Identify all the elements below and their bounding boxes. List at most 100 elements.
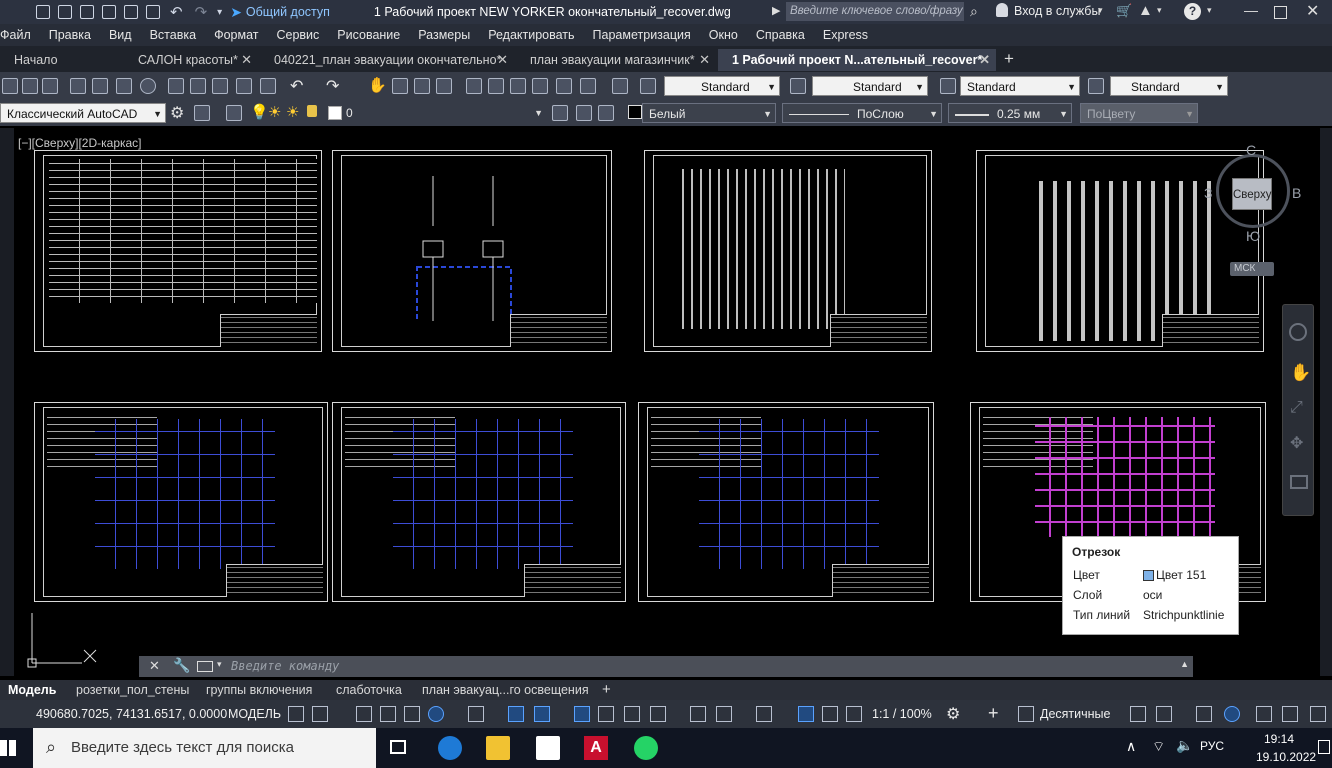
file-explorer-icon[interactable]: [486, 736, 510, 760]
make-current-layer-icon[interactable]: [552, 105, 568, 121]
task-view-icon[interactable]: [390, 740, 406, 754]
signin-dropdown-icon[interactable]: ▾: [1098, 5, 1103, 16]
share-icon[interactable]: ➤: [230, 4, 242, 21]
annotation-scale-readout[interactable]: 1:1 / 100%: [872, 700, 932, 728]
help-icon[interactable]: [612, 78, 628, 94]
fullscreen-icon[interactable]: [1282, 706, 1298, 722]
object-snap-tracking-icon[interactable]: [508, 706, 524, 722]
quickcalc-icon[interactable]: [580, 78, 596, 94]
menu-draw[interactable]: Рисование: [328, 28, 409, 42]
layer-freeze-icon[interactable]: ☀: [268, 103, 281, 121]
customization-icon[interactable]: [1310, 706, 1326, 722]
orbit-icon[interactable]: ✥: [1290, 433, 1303, 453]
share-button[interactable]: Общий доступ: [246, 5, 330, 19]
customize-icon[interactable]: 🔧: [173, 657, 190, 674]
menu-dimension[interactable]: Размеры: [409, 28, 479, 42]
web-icon[interactable]: [140, 78, 156, 94]
design-center-icon[interactable]: [488, 78, 504, 94]
annotation-visibility-icon[interactable]: [798, 706, 814, 722]
properties-icon[interactable]: [466, 78, 482, 94]
pan-icon[interactable]: ✋: [368, 76, 387, 94]
layer-properties-icon[interactable]: [226, 105, 242, 121]
units-select[interactable]: Десятичные: [1040, 700, 1111, 728]
menu-view[interactable]: Вид: [100, 28, 141, 42]
lineweight-select[interactable]: 0.25 мм ▼: [948, 103, 1072, 123]
tab-current-project[interactable]: 1 Рабочий проект N...ательный_recover* ✕: [718, 49, 996, 71]
tray-chevron-icon[interactable]: ∧: [1126, 738, 1136, 755]
cart-icon[interactable]: 🛒: [1116, 3, 1132, 19]
close-tab-icon[interactable]: ✕: [241, 49, 252, 71]
zoom-extents-icon[interactable]: ⤢: [1290, 399, 1303, 417]
multileader-style-select[interactable]: Standard ▼: [1110, 76, 1228, 96]
showmotion-icon[interactable]: [1290, 475, 1308, 489]
viewcube-north[interactable]: С: [1246, 142, 1256, 158]
mail-icon[interactable]: [536, 736, 560, 760]
save-icon[interactable]: [42, 78, 58, 94]
command-scroll-icon[interactable]: ▲: [1180, 659, 1189, 669]
model-space-button[interactable]: МОДЕЛЬ: [228, 700, 281, 728]
layer-lock-icon[interactable]: [307, 105, 317, 117]
menu-modify[interactable]: Редактировать: [479, 28, 583, 42]
transparency-icon[interactable]: [598, 706, 614, 722]
copy-icon[interactable]: [190, 78, 206, 94]
edge-icon[interactable]: [438, 736, 462, 760]
ortho-icon[interactable]: [404, 706, 420, 722]
zoom-realtime-icon[interactable]: [392, 78, 408, 94]
help-icon[interactable]: ?: [1184, 3, 1201, 20]
color-select[interactable]: Белый ▼: [642, 103, 776, 123]
volume-icon[interactable]: 🔈: [1176, 737, 1193, 754]
whatsapp-icon[interactable]: [634, 736, 658, 760]
layer-select[interactable]: 0 ▼: [340, 103, 546, 123]
dynamic-input-icon[interactable]: [380, 706, 396, 722]
menu-file[interactable]: Файл: [0, 28, 40, 42]
multileader-style-icon[interactable]: [1088, 78, 1104, 94]
ucs-menu[interactable]: МСК: [1230, 262, 1274, 276]
selection-filter-icon[interactable]: [716, 706, 732, 722]
undo-icon[interactable]: ↶: [170, 3, 183, 21]
new-tab-icon[interactable]: +: [1004, 49, 1014, 69]
tab-salon[interactable]: САЛОН красоты* ✕: [124, 49, 258, 71]
layer-vp-freeze-icon[interactable]: ☀: [286, 103, 299, 121]
hardware-acceleration-icon[interactable]: [1224, 706, 1240, 722]
object-snap-icon[interactable]: [534, 706, 550, 722]
save-icon[interactable]: [80, 5, 94, 19]
a360-icon[interactable]: ▲: [1138, 2, 1153, 19]
close-tab-icon[interactable]: ✕: [699, 49, 710, 71]
gear-icon[interactable]: ⚙: [170, 103, 184, 123]
publish-icon[interactable]: [116, 78, 132, 94]
quick-properties-icon[interactable]: [1130, 706, 1146, 722]
paste-icon[interactable]: [212, 78, 228, 94]
open-file-icon[interactable]: [58, 5, 72, 19]
redo-icon[interactable]: ↷: [195, 3, 208, 21]
isodraft-icon[interactable]: [468, 706, 484, 722]
tab-model[interactable]: Модель: [8, 680, 56, 700]
maximize-icon[interactable]: [1274, 6, 1287, 19]
isolate-objects-icon[interactable]: [1196, 706, 1212, 722]
snap-icon[interactable]: [312, 706, 328, 722]
cut-icon[interactable]: [168, 78, 184, 94]
markup-icon[interactable]: [556, 78, 572, 94]
undo-icon[interactable]: ↶: [290, 76, 303, 96]
annotation-scale-icon[interactable]: [846, 706, 862, 722]
print-icon[interactable]: [146, 5, 160, 19]
autocad-icon[interactable]: A: [584, 736, 608, 760]
dynamic-ucs-icon[interactable]: [690, 706, 706, 722]
lineweight-icon[interactable]: [574, 706, 590, 722]
upload-icon[interactable]: [124, 5, 138, 19]
minimize-icon[interactable]: —: [1244, 2, 1258, 18]
3d-osnap-icon[interactable]: [650, 706, 666, 722]
search-icon[interactable]: ⌕: [970, 3, 978, 20]
layer-states-icon[interactable]: [598, 105, 614, 121]
plot-icon[interactable]: [70, 78, 86, 94]
units-icon[interactable]: [1018, 706, 1034, 722]
clock-time[interactable]: 19:14: [1264, 732, 1294, 746]
close-tab-icon[interactable]: ✕: [497, 49, 508, 71]
text-style-icon[interactable]: [640, 78, 656, 94]
auto-scale-icon[interactable]: [822, 706, 838, 722]
menu-tools[interactable]: Сервис: [267, 28, 328, 42]
workspace-select[interactable]: Классический AutoCAD ▼: [0, 103, 166, 123]
preview-icon[interactable]: [92, 78, 108, 94]
polar-tracking-icon[interactable]: [428, 706, 444, 722]
tab-shop-evacuation[interactable]: план эвакуации магазинчик* ✕: [516, 49, 716, 71]
tab-layout-evac-lighting[interactable]: план эвакуац...го освещения: [422, 680, 589, 700]
